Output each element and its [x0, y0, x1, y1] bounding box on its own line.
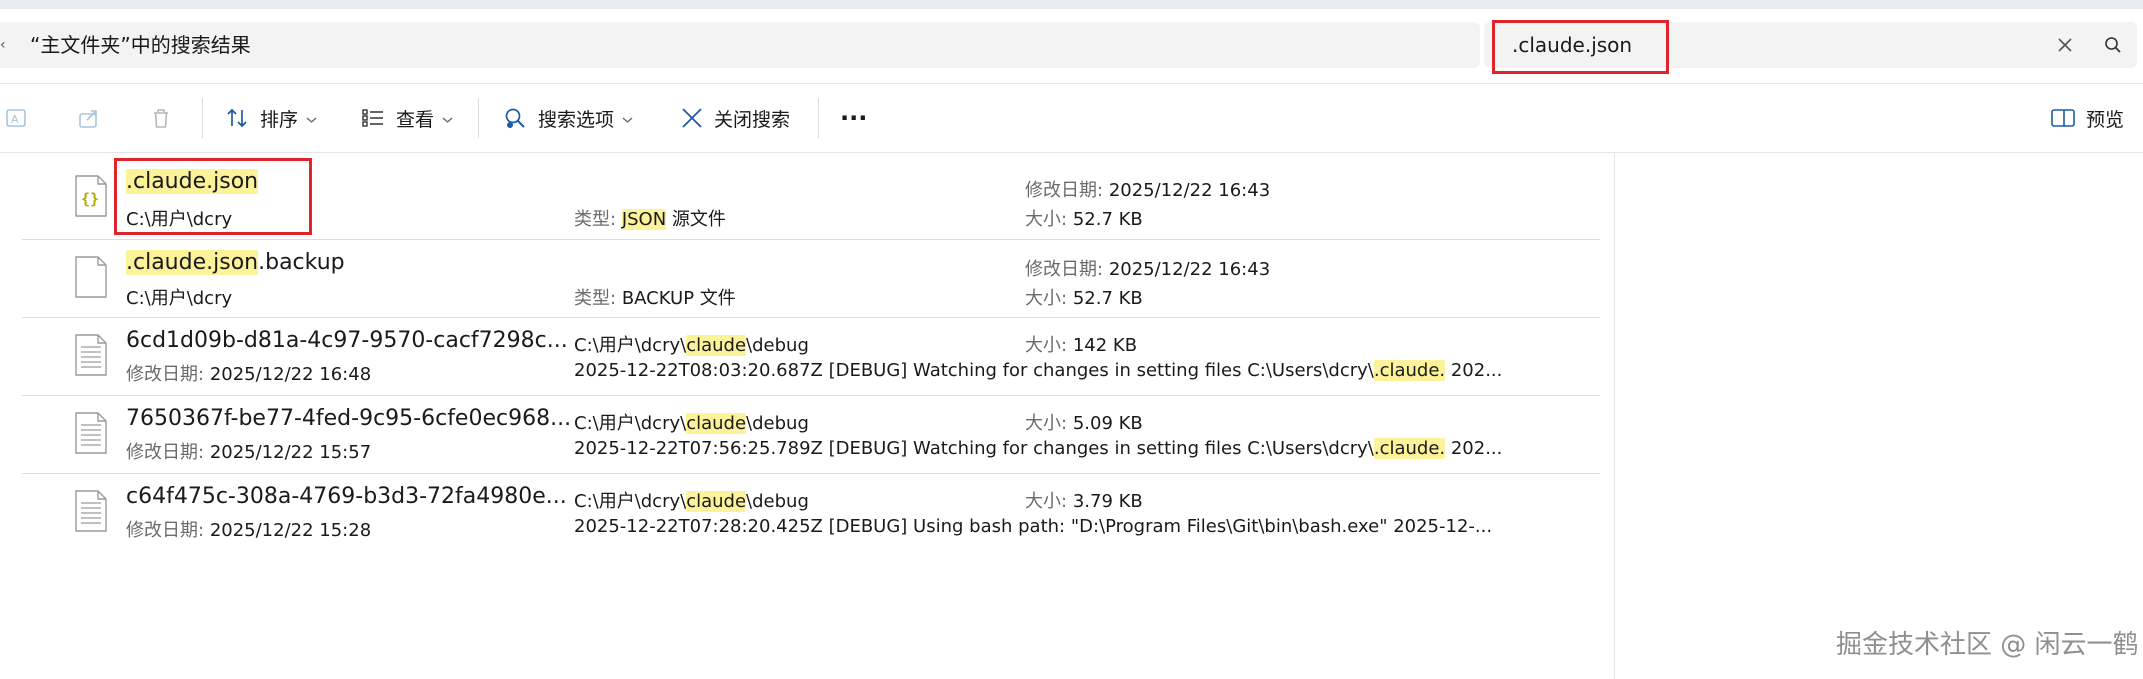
- text-file-icon: [74, 411, 108, 455]
- address-edge-chevron-icon: ‹: [0, 37, 6, 53]
- toolbar-divider: [202, 98, 203, 138]
- modified-date: 修改日期: 2025/12/22 15:57: [126, 442, 372, 463]
- result-row[interactable]: c64f475c-308a-4769-b3d3-72fa4980e... 修改日…: [22, 474, 1600, 551]
- file-name[interactable]: 7650367f-be77-4fed-9c95-6cfe0ec968...: [126, 406, 571, 431]
- modified-date: 修改日期: 2025/12/22 16:43: [1025, 259, 1271, 280]
- address-location-text: “主文件夹”中的搜索结果: [30, 33, 251, 57]
- chevron-down-icon: [622, 107, 633, 129]
- preview-label: 预览: [2086, 108, 2125, 131]
- text-file-icon: [74, 333, 108, 377]
- json-file-icon: {}: [74, 174, 108, 218]
- file-path: C:\用户\dcry: [126, 209, 233, 230]
- view-label: 查看: [396, 108, 435, 131]
- file-name[interactable]: c64f475c-308a-4769-b3d3-72fa4980e...: [126, 484, 567, 509]
- view-button[interactable]: 查看: [360, 84, 453, 152]
- sort-icon: [227, 108, 247, 128]
- file-size: 大小: 52.7 KB: [1025, 209, 1143, 230]
- text-file-icon: [74, 489, 108, 533]
- modified-date: 修改日期: 2025/12/22 15:28: [126, 520, 372, 541]
- chevron-down-icon: [442, 107, 453, 129]
- share-icon[interactable]: [76, 84, 102, 152]
- content-snippet: 2025-12-22T08:03:20.687Z [DEBUG] Watchin…: [574, 360, 1503, 381]
- more-options-button[interactable]: ···: [840, 84, 867, 152]
- file-folder: C:\用户\dcry\claude\debug: [574, 491, 809, 512]
- search-input[interactable]: .claude.json: [1512, 22, 1632, 68]
- result-row[interactable]: .claude.json.backup C:\用户\dcry 类型: BACKU…: [22, 240, 1600, 317]
- sort-label: 排序: [260, 108, 299, 131]
- svg-text:A: A: [11, 113, 19, 126]
- file-icon: [74, 255, 108, 299]
- delete-icon[interactable]: [148, 84, 174, 152]
- toolbar-divider: [818, 98, 819, 138]
- view-icon: [362, 109, 383, 127]
- file-path: C:\用户\dcry: [126, 288, 233, 309]
- search-options-button[interactable]: 搜索选项: [502, 84, 633, 152]
- file-folder: C:\用户\dcry\claude\debug: [574, 335, 809, 356]
- close-search-label: 关闭搜索: [714, 108, 791, 131]
- file-size: 大小: 142 KB: [1025, 335, 1138, 356]
- watermark: 掘金技术社区 @ 闲云一鹤: [1836, 630, 2139, 660]
- file-name[interactable]: .claude.json: [126, 169, 259, 194]
- file-type: 类型: JSON 源文件: [574, 209, 726, 230]
- address-bar-area: ‹ “主文件夹”中的搜索结果 .claude.json: [0, 9, 2143, 84]
- modified-date: 修改日期: 2025/12/22 16:48: [126, 364, 372, 385]
- search-options-icon: [505, 108, 525, 128]
- file-name[interactable]: .claude.json.backup: [126, 250, 345, 275]
- search-box[interactable]: .claude.json: [1484, 22, 2137, 68]
- search-icon[interactable]: [2093, 22, 2133, 68]
- preview-pane-divider: [1614, 153, 1615, 679]
- file-folder: C:\用户\dcry\claude\debug: [574, 413, 809, 434]
- file-size: 大小: 3.79 KB: [1025, 491, 1143, 512]
- preview-pane-icon: [2051, 109, 2075, 127]
- address-bar[interactable]: ‹ “主文件夹”中的搜索结果: [0, 22, 1480, 68]
- sort-button[interactable]: 排序: [224, 84, 317, 152]
- result-row[interactable]: {} .claude.json C:\用户\dcry 类型: JSON 源文件 …: [22, 159, 1600, 236]
- content-snippet: 2025-12-22T07:28:20.425Z [DEBUG] Using b…: [574, 516, 1493, 537]
- rename-icon[interactable]: A: [4, 84, 30, 152]
- close-icon[interactable]: [2047, 22, 2083, 68]
- content-snippet: 2025-12-22T07:56:25.789Z [DEBUG] Watchin…: [574, 438, 1503, 459]
- command-bar: A 排序 查看 搜索选项 关闭搜索 ··· 预览: [0, 84, 2143, 153]
- result-row[interactable]: 7650367f-be77-4fed-9c95-6cfe0ec968... 修改…: [22, 396, 1600, 473]
- modified-date: 修改日期: 2025/12/22 16:43: [1025, 180, 1271, 201]
- close-icon: [682, 108, 702, 128]
- close-search-button[interactable]: 关闭搜索: [680, 84, 790, 152]
- toolbar-divider: [478, 98, 479, 138]
- search-options-label: 搜索选项: [538, 108, 615, 131]
- more-icon: ···: [840, 104, 868, 132]
- chevron-down-icon: [306, 107, 317, 129]
- preview-pane-button[interactable]: 预览: [2050, 84, 2124, 152]
- file-name[interactable]: 6cd1d09b-d81a-4c97-9570-cacf7298c...: [126, 328, 568, 353]
- svg-text:{}: {}: [81, 190, 99, 208]
- window-top-strip: [0, 0, 2143, 9]
- file-size: 大小: 5.09 KB: [1025, 413, 1143, 434]
- result-row[interactable]: 6cd1d09b-d81a-4c97-9570-cacf7298c... 修改日…: [22, 318, 1600, 395]
- file-size: 大小: 52.7 KB: [1025, 288, 1143, 309]
- file-type: 类型: BACKUP 文件: [574, 288, 736, 309]
